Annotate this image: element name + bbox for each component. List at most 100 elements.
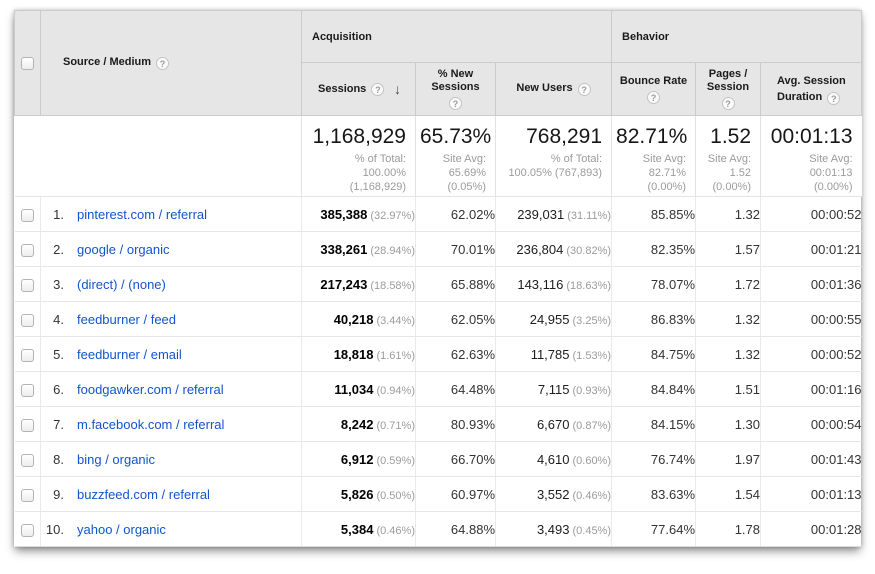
pages-session-label-line1: Pages / — [702, 68, 754, 81]
help-icon[interactable]: ? — [449, 97, 462, 110]
totals-new-users-subtext: % of Total: 100.05% (767,893) — [500, 152, 602, 180]
row-index: 5. — [41, 347, 64, 362]
pct-new-sessions-label-line1: % New — [422, 68, 489, 81]
bounce-rate-cell: 83.63% — [612, 477, 696, 512]
new-users-percent: (0.46%) — [572, 490, 611, 502]
sessions-cell: 385,388(32.97%) — [302, 197, 416, 232]
acquisition-label: Acquisition — [312, 31, 372, 43]
sessions-percent: (0.59%) — [376, 455, 415, 467]
bounce-rate-cell: 82.35% — [612, 232, 696, 267]
table-row: 6.foodgawker.com / referral11,034(0.94%)… — [15, 372, 862, 407]
row-checkbox[interactable] — [21, 419, 34, 432]
analytics-report-table: Source / Medium? Acquisition Behavior Se… — [14, 10, 861, 547]
totals-avg-duration-subtext: Site Avg: 00:01:13 (0.00%) — [765, 152, 853, 194]
avg-duration-cell: 00:00:55 — [761, 302, 862, 337]
source-medium-link[interactable]: yahoo / organic — [77, 522, 166, 537]
sessions-value: 385,388 — [320, 207, 367, 222]
row-checkbox[interactable] — [21, 524, 34, 537]
row-checkbox[interactable] — [21, 244, 34, 257]
sessions-percent: (0.94%) — [376, 385, 415, 397]
pct-new-sessions-cell: 80.93% — [416, 407, 496, 442]
new-users-cell: 143,116(18.63%) — [496, 267, 612, 302]
column-header-source-medium[interactable]: Source / Medium? — [41, 11, 302, 116]
source-medium-link[interactable]: m.facebook.com / referral — [77, 417, 224, 432]
row-index: 8. — [41, 452, 64, 467]
column-header-new-users[interactable]: New Users? — [496, 63, 612, 116]
new-users-cell: 3,552(0.46%) — [496, 477, 612, 512]
pages-session-cell: 1.32 — [696, 302, 761, 337]
sessions-cell: 6,912(0.59%) — [302, 442, 416, 477]
avg-duration-cell: 00:01:21 — [761, 232, 862, 267]
new-users-percent: (3.25%) — [572, 315, 611, 327]
new-users-percent: (31.11%) — [567, 210, 611, 222]
source-medium-cell: 8. bing / organic — [41, 442, 302, 477]
avg-duration-cell: 00:00:52 — [761, 337, 862, 372]
help-icon[interactable]: ? — [371, 83, 384, 96]
source-medium-link[interactable]: (direct) / (none) — [77, 277, 166, 292]
pages-session-cell: 1.30 — [696, 407, 761, 442]
table-row: 1. pinterest.com / referral 385,388(32.97%… — [15, 197, 862, 232]
new-users-value: 7,115 — [538, 382, 570, 397]
column-header-avg-session-duration[interactable]: Avg. Session Duration? — [761, 63, 862, 116]
row-index: 6. — [41, 382, 64, 397]
pct-new-sessions-cell: 65.88% — [416, 267, 496, 302]
pct-new-sessions-cell: 66.70% — [416, 442, 496, 477]
source-medium-link[interactable]: bing / organic — [77, 452, 155, 467]
column-header-pct-new-sessions[interactable]: % New Sessions ? — [416, 63, 496, 116]
source-medium-link[interactable]: foodgawker.com / referral — [77, 382, 224, 397]
sessions-cell: 8,242(0.71%) — [302, 407, 416, 442]
help-icon[interactable]: ? — [827, 92, 840, 105]
row-select-cell — [15, 267, 41, 302]
totals-row: 1,168,929 % of Total: 100.00% (1,168,929… — [15, 116, 862, 197]
sessions-cell: 5,384(0.46%) — [302, 512, 416, 547]
row-index: 1. — [41, 207, 64, 222]
row-checkbox[interactable] — [21, 489, 34, 502]
row-checkbox[interactable] — [21, 209, 34, 222]
totals-bounce-rate-subtext: Site Avg: 82.71% (0.00%) — [616, 152, 686, 194]
totals-avg-duration-value: 00:01:13 — [765, 125, 853, 149]
new-users-value: 3,493 — [537, 522, 570, 537]
help-icon[interactable]: ? — [647, 91, 660, 104]
select-all-cell — [15, 11, 41, 116]
sessions-value: 5,826 — [341, 487, 374, 502]
sessions-value: 18,818 — [334, 347, 374, 362]
help-icon[interactable]: ? — [156, 57, 169, 70]
row-select-cell — [15, 197, 41, 232]
avg-duration-cell: 00:01:28 — [761, 512, 862, 547]
table-row: 10.yahoo / organic5,384(0.46%)64.88%3,49… — [15, 512, 862, 547]
avg-duration-cell: 00:00:54 — [761, 407, 862, 442]
row-checkbox[interactable] — [21, 384, 34, 397]
row-checkbox[interactable] — [21, 279, 34, 292]
column-header-pages-session[interactable]: Pages / Session ? — [696, 63, 761, 116]
new-users-value: 3,552 — [537, 487, 570, 502]
source-medium-link[interactable]: feedburner / email — [77, 347, 182, 362]
row-checkbox[interactable] — [21, 349, 34, 362]
totals-bounce-rate-cell: 82.71% Site Avg: 82.71% (0.00%) — [612, 116, 696, 197]
source-medium-link[interactable]: buzzfeed.com / referral — [77, 487, 210, 502]
source-medium-link[interactable]: pinterest.com / referral — [77, 207, 207, 222]
sessions-cell: 217,243(18.58%) — [302, 267, 416, 302]
bounce-rate-cell: 84.15% — [612, 407, 696, 442]
avg-duration-cell: 00:00:52 — [761, 197, 862, 232]
sort-descending-icon[interactable]: ↓ — [394, 81, 401, 97]
new-users-percent: (30.82%) — [566, 245, 611, 257]
select-all-checkbox[interactable] — [21, 57, 34, 70]
column-header-sessions[interactable]: Sessions? ↓ — [302, 63, 416, 116]
totals-pct-new-sessions-cell: 65.73% Site Avg: 65.69% (0.05%) — [416, 116, 496, 197]
new-users-value: 6,670 — [537, 417, 570, 432]
source-medium-link[interactable]: feedburner / feed — [77, 312, 176, 327]
row-select-cell — [15, 337, 41, 372]
avg-duration-cell: 00:01:43 — [761, 442, 862, 477]
column-header-bounce-rate[interactable]: Bounce Rate ? — [612, 63, 696, 116]
source-medium-link[interactable]: google / organic — [77, 242, 170, 257]
help-icon[interactable]: ? — [722, 97, 735, 110]
table-body: 1,168,929 % of Total: 100.00% (1,168,929… — [15, 116, 862, 547]
row-checkbox[interactable] — [21, 314, 34, 327]
row-index: 7. — [41, 417, 64, 432]
new-users-percent: (0.93%) — [572, 385, 611, 397]
help-icon[interactable]: ? — [578, 83, 591, 96]
source-medium-label: Source / Medium — [63, 56, 151, 68]
row-checkbox[interactable] — [21, 454, 34, 467]
new-users-percent: (0.87%) — [572, 420, 611, 432]
pages-session-label-line2: Session — [702, 81, 754, 94]
